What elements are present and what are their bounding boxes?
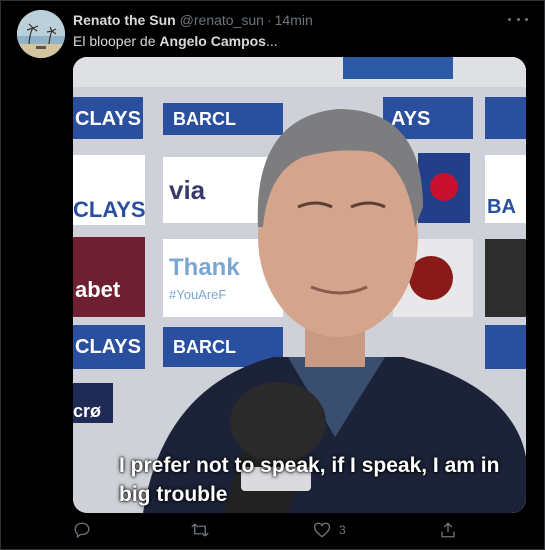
retweet-icon bbox=[191, 523, 209, 537]
avatar-image bbox=[17, 10, 65, 58]
backdrop-text: BA bbox=[487, 196, 516, 218]
media-image: CLAYS BARCL AYS CLAYS via BA abet Thank … bbox=[73, 57, 526, 513]
backdrop-text: BARCL bbox=[173, 109, 236, 129]
tweet-media[interactable]: CLAYS BARCL AYS CLAYS via BA abet Thank … bbox=[73, 57, 526, 513]
video-caption: I prefer not to speak, if I speak, I am … bbox=[119, 454, 500, 506]
backdrop-text: crø bbox=[73, 401, 101, 421]
reply-icon bbox=[74, 522, 90, 539]
share-icon bbox=[441, 522, 455, 538]
tweet-header: Renato the Sun @renato_sun · 14min bbox=[73, 11, 313, 29]
tweet-actions: 3 bbox=[73, 520, 493, 540]
like-button[interactable]: 3 bbox=[313, 520, 346, 540]
backdrop-text: BARCL bbox=[173, 337, 236, 357]
tweet-text-prefix: El blooper de bbox=[73, 33, 160, 49]
tweet-text-suffix: ... bbox=[265, 33, 278, 49]
tweet-text-bold[interactable]: Angelo Campos bbox=[159, 33, 266, 49]
backdrop-text: CLAYS bbox=[73, 197, 146, 222]
backdrop-text: #YouAreF bbox=[169, 287, 226, 302]
tweet-text: El blooper de Angelo Campos... bbox=[73, 32, 278, 50]
backdrop-text: abet bbox=[75, 277, 121, 302]
share-button[interactable] bbox=[439, 520, 457, 540]
backdrop-text: AYS bbox=[391, 108, 430, 130]
author-handle[interactable]: @renato_sun bbox=[180, 12, 264, 28]
separator-dot: · bbox=[266, 12, 272, 28]
reply-button[interactable] bbox=[73, 520, 91, 540]
backdrop-text: CLAYS bbox=[75, 336, 141, 358]
tweet-card[interactable]: Renato the Sun @renato_sun · 14min El bloop… bbox=[0, 0, 545, 550]
like-count: 3 bbox=[339, 523, 346, 537]
avatar[interactable] bbox=[17, 10, 65, 58]
author-name[interactable]: Renato the Sun bbox=[73, 12, 176, 28]
retweet-button[interactable] bbox=[190, 520, 210, 540]
backdrop-text: via bbox=[169, 175, 206, 205]
tweet-timestamp[interactable]: 14min bbox=[275, 12, 313, 28]
backdrop-text: Thank bbox=[169, 254, 240, 281]
more-options-icon[interactable] bbox=[508, 11, 528, 27]
heart-icon bbox=[313, 522, 331, 538]
backdrop-text: CLAYS bbox=[75, 108, 141, 130]
